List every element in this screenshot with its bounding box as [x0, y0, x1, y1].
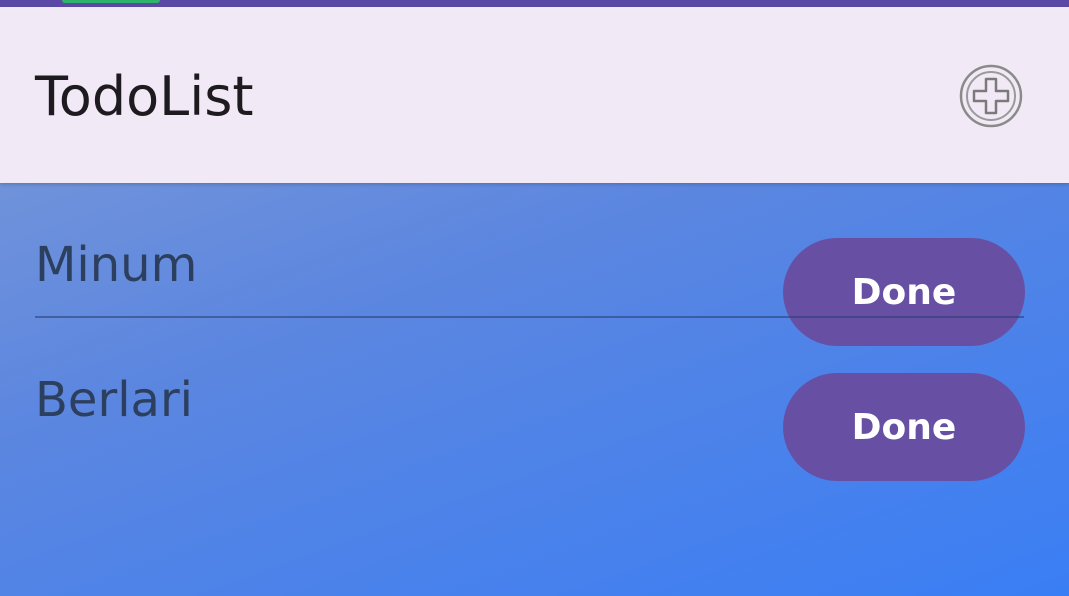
app-screen: TodoList Minum Done Berlari Done	[0, 0, 1069, 596]
todo-label: Berlari	[35, 372, 194, 428]
status-bar	[0, 0, 1069, 7]
app-bar: TodoList	[0, 7, 1069, 183]
todo-item: Minum Done	[0, 183, 1069, 346]
status-indicator	[62, 0, 160, 3]
add-circle-icon	[959, 64, 1023, 128]
todo-label: Minum	[35, 237, 198, 293]
done-button[interactable]: Done	[783, 373, 1025, 481]
add-todo-button[interactable]	[958, 63, 1024, 129]
todo-list: Minum Done Berlari Done	[0, 183, 1069, 481]
page-title: TodoList	[35, 65, 254, 128]
todo-item: Berlari Done	[0, 318, 1069, 481]
